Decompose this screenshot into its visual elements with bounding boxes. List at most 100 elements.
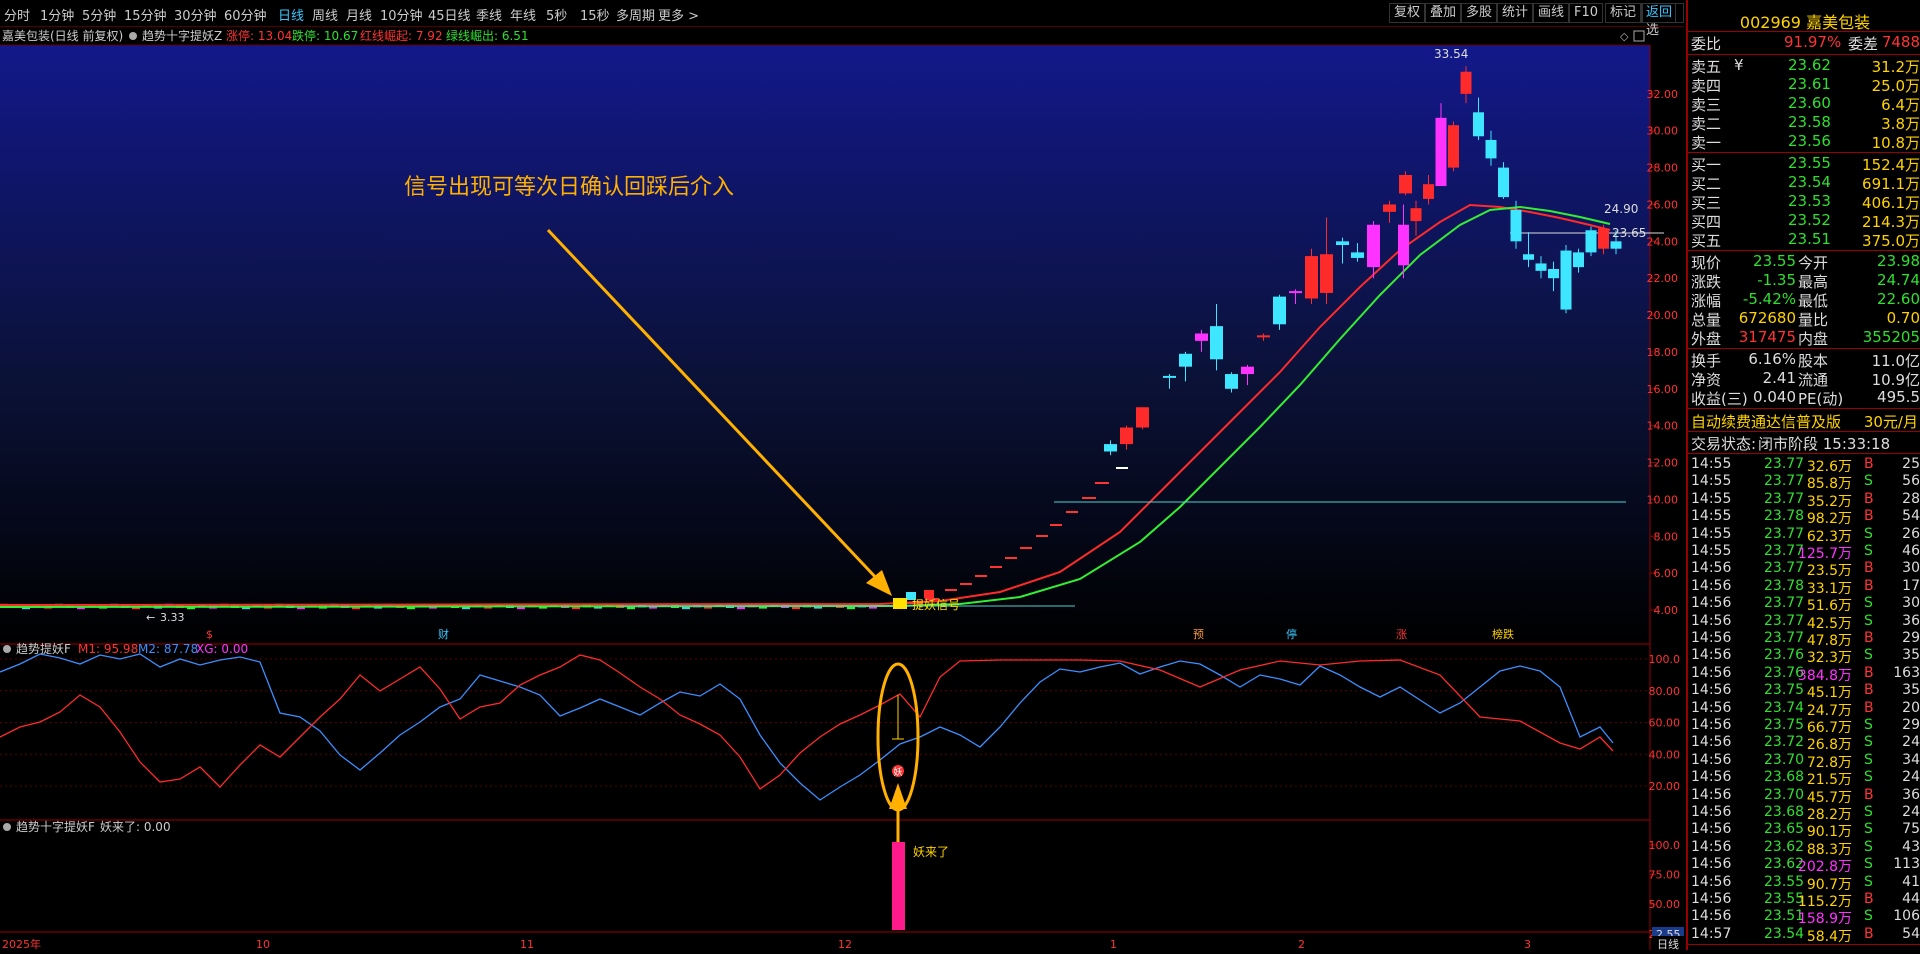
draw-button[interactable]: 画线 <box>1533 3 1570 23</box>
candle-body <box>1305 256 1318 299</box>
stats-button[interactable]: 统计 <box>1497 3 1534 23</box>
event-marker[interactable]: 涨 <box>1396 628 1407 641</box>
candle-body <box>1195 333 1208 341</box>
event-marker[interactable]: 停 <box>1286 627 1297 641</box>
current-price-label: 23.65 <box>1612 226 1646 240</box>
period-tab[interactable]: 30分钟 <box>174 5 217 24</box>
price-high-label: 33.54 <box>1434 47 1468 61</box>
tick-side: B <box>1864 682 1874 699</box>
tick-price: 23.78 <box>1764 508 1805 525</box>
tick-side: S <box>1864 838 1873 855</box>
period-tab[interactable]: 月线 <box>346 5 372 24</box>
period-tab[interactable]: 10分钟 <box>380 5 423 24</box>
f10-button[interactable]: F10 <box>1569 3 1604 23</box>
tick-count: 46 <box>1902 543 1920 559</box>
period-tab[interactable]: 5分钟 <box>82 5 116 24</box>
sub1-value: M1: 95.98 <box>78 642 138 656</box>
period-tab[interactable]: 周线 <box>312 5 338 24</box>
tick-count: 24 <box>1902 769 1920 786</box>
kline-chart[interactable]: 嘉美包装(日线 前复权) 趋势十字提妖Z 涨停: 13.04 跌停: 10.67… <box>0 27 1684 951</box>
adjust-button[interactable]: 复权 <box>1389 3 1426 23</box>
stat-value: -1.35 <box>1757 271 1796 289</box>
y-tick-label: 10.00 <box>1647 493 1679 506</box>
indicator-toggle-icon[interactable] <box>3 645 11 653</box>
annotation-text: 信号出现可等次日确认回踩后介入 <box>404 175 734 200</box>
tick-count: 34 <box>1902 751 1920 768</box>
period-tab[interactable]: 季线 <box>476 5 502 24</box>
time-axis-label: 2025年 <box>2 937 41 950</box>
stat2-row: 收益(三) 0.040 PE(动) 495.5 <box>1688 388 1920 408</box>
stat-label: 最低 <box>1798 292 1829 310</box>
period-tab[interactable]: 年线 <box>510 5 536 24</box>
period-tab[interactable]: 45日线 <box>428 5 471 24</box>
event-marker[interactable]: 榜跌 <box>1492 627 1514 641</box>
indicator-value: 绿线崛出: 6.51 <box>446 28 529 43</box>
tick-time: 14:56 <box>1691 804 1732 820</box>
bid-volume: 375.0万 <box>1862 232 1920 250</box>
candle-body <box>1523 254 1534 260</box>
indicator-toggle-icon[interactable] <box>129 32 137 40</box>
weibi-label: 委比 <box>1691 35 1722 53</box>
tick-row: 14:55 23.77 125.7万 S 46 <box>1688 543 1920 562</box>
y-tick-label: 6.00 <box>1654 567 1679 580</box>
tick-row: 14:56 23.77 23.5万 B 30 <box>1688 560 1920 579</box>
tick-side: B <box>1864 699 1874 716</box>
ask-row: 卖三 23.60 6.4万 <box>1688 94 1920 114</box>
stat-label: 外盘 <box>1691 330 1722 348</box>
stat-label: 量比 <box>1798 311 1829 329</box>
period-tab[interactable]: 1分钟 <box>40 5 74 24</box>
indicator-toggle-icon[interactable] <box>3 823 11 831</box>
rising-candle <box>1095 482 1109 484</box>
period-tab[interactable]: 15分钟 <box>124 5 167 24</box>
tick-row: 14:56 23.62 88.3万 S 43 <box>1688 838 1920 858</box>
period-tab[interactable]: 分时 <box>4 5 30 24</box>
back-button[interactable]: 返回 <box>1642 3 1677 23</box>
tick-price: 23.65 <box>1764 821 1805 838</box>
tick-count: 41 <box>1902 873 1920 890</box>
bid-label: 买五 <box>1691 232 1722 250</box>
rising-candle <box>1036 535 1048 537</box>
y-tick-label: 30.00 <box>1647 125 1679 138</box>
tick-time: 14:56 <box>1691 873 1732 890</box>
period-tab[interactable]: 60分钟 <box>224 5 267 24</box>
tick-row: 14:57 23.54 58.4万 B 54 <box>1688 926 1920 945</box>
mark-button[interactable]: 标记 <box>1605 3 1642 23</box>
period-tab[interactable]: 15秒 <box>580 5 610 24</box>
event-marker[interactable]: $ <box>206 628 213 641</box>
candle-body <box>1241 366 1254 375</box>
event-marker[interactable]: 预 <box>1193 628 1204 641</box>
tick-side: B <box>1864 560 1874 577</box>
promo-row[interactable]: 自动续费通达信普及版 30元/月 <box>1688 411 1920 431</box>
tick-count: 29 <box>1902 630 1920 646</box>
tick-row: 14:56 23.70 72.8万 S 34 <box>1688 751 1920 771</box>
candle-body <box>1560 250 1572 310</box>
stock-title[interactable]: 002969 嘉美包装 <box>1688 9 1920 33</box>
y-tick-label: 24.00 <box>1647 235 1679 248</box>
tick-side: S <box>1864 908 1873 925</box>
sub2-legend: 趋势十字提妖F 妖来了: 0.00 <box>3 819 171 834</box>
event-marker[interactable]: 财 <box>438 627 449 641</box>
candle-body <box>1460 71 1472 94</box>
tick-time: 14:56 <box>1691 699 1732 716</box>
tick-count: 36 <box>1902 786 1920 803</box>
diamond-icon[interactable]: ◇ <box>1620 30 1629 43</box>
candle-body <box>1535 263 1547 271</box>
bid-row: 买三 23.53 406.1万 <box>1688 192 1920 212</box>
period-tab-daily[interactable]: 日线 <box>278 5 304 24</box>
time-axis-label: 2 <box>1298 938 1305 950</box>
multi-stock-button[interactable]: 多股 <box>1461 3 1498 23</box>
sub1-value: M2: 87.78 <box>138 642 198 656</box>
signal-marker <box>893 598 907 609</box>
bid-row: 买二 23.54 691.1万 <box>1688 173 1920 193</box>
stat-value: 23.55 <box>1753 252 1796 270</box>
indicator-value: 跌停: 10.67 <box>292 28 358 43</box>
indicator-value: 红线崛起: 7.92 <box>360 28 443 43</box>
tick-count: 24 <box>1902 804 1920 820</box>
period-tab[interactable]: 5秒 <box>546 5 567 24</box>
maximize-icon[interactable] <box>1633 30 1645 42</box>
more-periods[interactable]: 更多 > <box>658 5 699 24</box>
period-tab[interactable]: 多周期 <box>616 5 655 24</box>
bid-label: 买一 <box>1691 156 1722 174</box>
overlay-button[interactable]: 叠加 <box>1425 3 1462 23</box>
candle-body <box>1136 407 1149 428</box>
